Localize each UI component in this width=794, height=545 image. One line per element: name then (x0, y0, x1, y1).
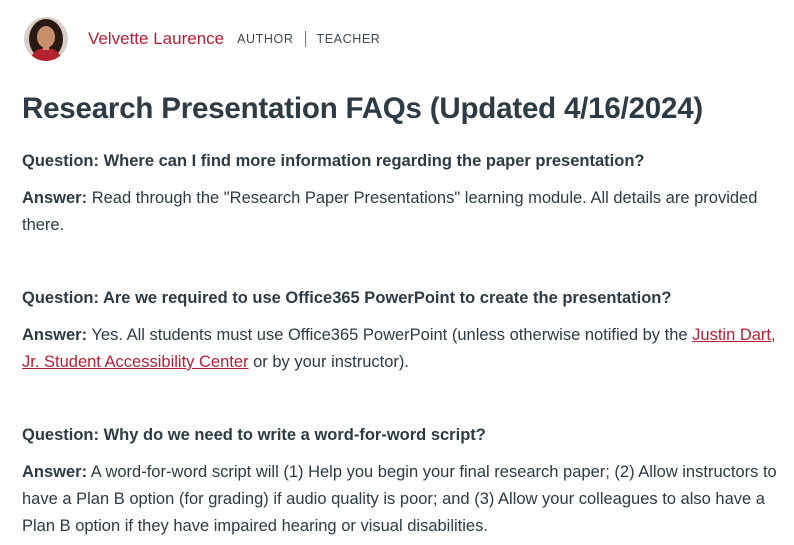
avatar-image (24, 17, 68, 61)
avatar[interactable] (24, 17, 68, 61)
faq-question: Question: Are we required to use Office3… (22, 289, 672, 307)
role-author: AUTHOR (237, 32, 294, 46)
answer-text: or by your instructor). (248, 353, 409, 371)
role-teacher: TEACHER (316, 32, 381, 46)
author-name-link[interactable]: Velvette Laurence (88, 29, 224, 49)
answer-label: Answer: (22, 326, 88, 344)
author-bar: Velvette Laurence AUTHOR TEACHER (24, 16, 380, 62)
answer-label: Answer: (22, 463, 88, 481)
faq-answer: Answer: A word-for-word script will (1) … (22, 459, 782, 540)
answer-text: Yes. All students must use Office365 Pow… (87, 326, 693, 344)
faq-question: Question: Where can I find more informat… (22, 152, 645, 170)
faq-item: Question: Why do we need to write a word… (22, 422, 782, 540)
faq-answer: Answer: Read through the "Research Paper… (22, 185, 782, 239)
role-divider (304, 31, 306, 47)
page-title: Research Presentation FAQs (Updated 4/16… (22, 92, 704, 125)
faq-content: Question: Where can I find more informat… (22, 148, 782, 540)
answer-text: Read through the "Research Paper Present… (22, 189, 758, 234)
faq-answer: Answer: Yes. All students must use Offic… (22, 322, 782, 376)
faq-question: Question: Why do we need to write a word… (22, 426, 486, 444)
answer-text: A word-for-word script will (1) Help you… (22, 463, 777, 535)
answer-label: Answer: (22, 189, 88, 207)
faq-item: Question: Where can I find more informat… (22, 148, 782, 239)
faq-item: Question: Are we required to use Office3… (22, 285, 782, 376)
